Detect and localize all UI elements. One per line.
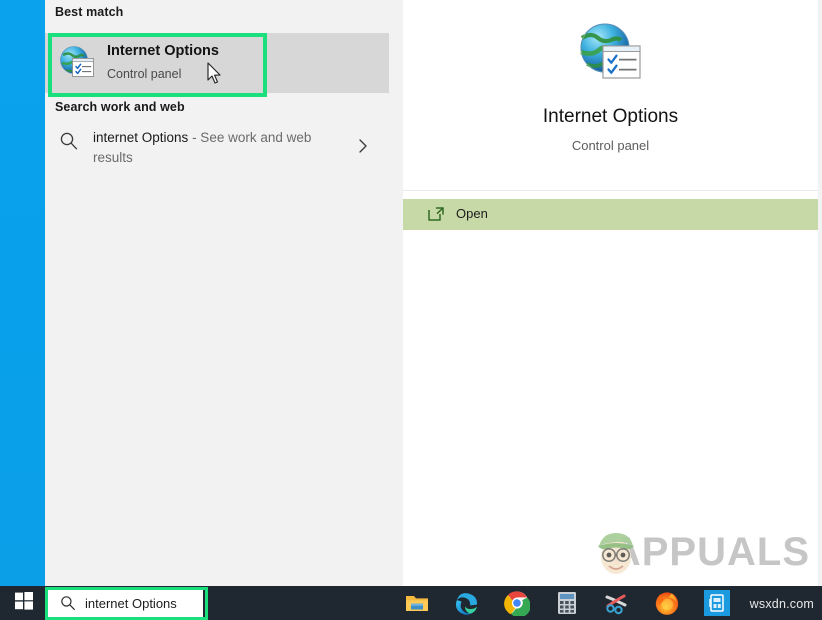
taskbar-corner-text: wsxdn.com [749, 597, 814, 611]
web-search-text: internet Options - See work and web resu… [93, 128, 353, 168]
blue-app-icon[interactable] [704, 590, 730, 616]
calculator-icon[interactable] [554, 590, 580, 616]
google-chrome-icon[interactable] [504, 590, 531, 618]
search-magnifier-icon [60, 595, 76, 611]
best-match-title: Internet Options [107, 43, 219, 59]
internet-options-globe-checklist-icon [579, 22, 643, 86]
preview-empty-area [403, 230, 818, 586]
app-preview-pane: Internet Options Control panel Open [403, 0, 818, 586]
open-external-icon [427, 206, 445, 222]
preview-action-open[interactable]: Open [403, 199, 818, 230]
search-results-column: Best match Internet Options Control pane… [45, 0, 389, 586]
best-match-heading: Best match [55, 5, 124, 19]
microsoft-edge-icon[interactable] [454, 590, 480, 616]
preview-card: Internet Options Control panel [403, 0, 818, 190]
start-button[interactable] [4, 589, 44, 617]
chevron-right-icon[interactable] [357, 138, 369, 154]
web-search-query: internet Options [93, 130, 189, 145]
desktop-wallpaper-strip [0, 0, 45, 586]
internet-options-globe-checklist-icon [59, 45, 95, 81]
file-explorer-icon[interactable] [404, 590, 430, 616]
preview-action-open-label: Open [456, 206, 488, 221]
preview-title: Internet Options [542, 106, 679, 127]
screen: Best match Internet Options Control pane… [0, 0, 822, 620]
search-work-web-heading: Search work and web [55, 100, 185, 114]
firefox-icon[interactable] [654, 590, 680, 616]
search-magnifier-icon [59, 131, 79, 151]
search-flyout-panel: Best match Internet Options Control pane… [45, 0, 822, 586]
taskbar-search-value: internet Options [85, 596, 177, 611]
best-match-subtitle: Control panel [107, 67, 182, 81]
windows-logo-icon [15, 591, 33, 615]
snipping-tool-icon[interactable] [604, 590, 630, 616]
web-search-result-item[interactable]: internet Options - See work and web resu… [45, 124, 389, 180]
mouse-cursor-icon [207, 62, 223, 86]
taskbar-search-input[interactable]: internet Options [48, 590, 203, 617]
taskbar-pinned-apps [400, 588, 730, 618]
preview-subtitle: Control panel [571, 138, 650, 153]
preview-divider [403, 190, 818, 191]
